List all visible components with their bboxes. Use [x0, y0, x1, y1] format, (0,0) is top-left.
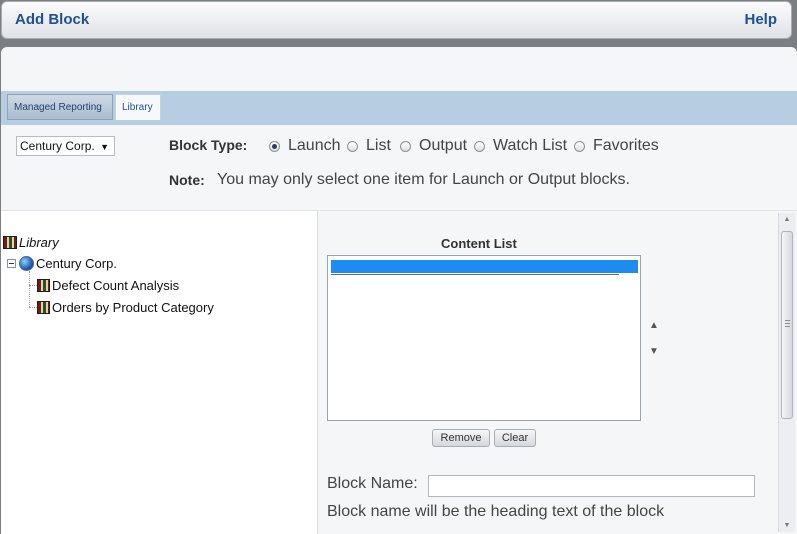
radio-launch-button[interactable] [269, 140, 280, 152]
report-book-icon [37, 301, 50, 314]
dialog-title: Add Block [15, 11, 90, 28]
radio-output-label: Output [419, 137, 468, 154]
radio-watch-list-button[interactable] [474, 140, 485, 152]
help-link[interactable]: Help [744, 11, 777, 28]
company-select[interactable]: Century Corp. ▼ [16, 136, 115, 156]
radio-list-button[interactable] [347, 140, 358, 152]
tree-node-orders-by-product-category[interactable]: Orders by Product Category [37, 300, 214, 315]
company-select-value: Century Corp. [20, 139, 95, 153]
tree-node-label: Century Corp. [36, 256, 117, 271]
pane-divider [317, 211, 318, 534]
remove-button[interactable]: Remove [432, 429, 490, 447]
note-text: You may only select one item for Launch … [217, 171, 630, 188]
radio-output[interactable]: Output [400, 137, 467, 155]
tree-root-library[interactable]: Library [3, 235, 59, 250]
list-item-underline [331, 274, 619, 275]
block-name-input[interactable] [428, 475, 755, 497]
dialog-body: Managed Reporting Library Century Corp. … [1, 47, 797, 534]
content-list-box[interactable] [327, 255, 641, 421]
radio-favorites[interactable]: Favorites [574, 137, 659, 155]
radio-watch-list-label: Watch List [493, 137, 568, 154]
radio-list[interactable]: List [347, 137, 391, 155]
clear-button[interactable]: Clear [494, 429, 536, 447]
block-type-label: Block Type: [169, 137, 248, 153]
tree-node-label: Defect Count Analysis [52, 278, 180, 293]
dropdown-arrow-icon: ▼ [100, 142, 109, 152]
library-books-icon [3, 236, 17, 249]
tab-bar: Managed Reporting Library [1, 91, 797, 125]
report-book-icon [37, 279, 50, 292]
scroll-up-arrow-icon[interactable]: ▲ [779, 213, 795, 226]
radio-watch-list[interactable]: Watch List [474, 137, 567, 155]
radio-favorites-button[interactable] [574, 140, 585, 152]
block-name-label: Block Name: [327, 475, 418, 492]
scroll-down-arrow-icon[interactable]: ▼ [779, 519, 795, 532]
tab-managed-reporting[interactable]: Managed Reporting [7, 94, 113, 120]
move-down-arrow-icon[interactable]: ▼ [649, 346, 659, 357]
radio-output-button[interactable] [400, 140, 411, 152]
tree-node-century-corp[interactable]: Century Corp. [19, 256, 117, 271]
vertical-scrollbar[interactable]: ▲ ▼ [778, 213, 795, 532]
scrollbar-thumb[interactable] [781, 231, 793, 419]
note-label: Note: [169, 172, 205, 188]
move-up-arrow-icon[interactable]: ▲ [649, 320, 659, 331]
globe-icon [19, 256, 34, 271]
radio-favorites-label: Favorites [593, 137, 659, 154]
tree-connector-line [29, 285, 37, 286]
content-list-title: Content List [441, 236, 517, 251]
collapse-toggle-icon[interactable] [7, 259, 16, 268]
tree-connector-line [29, 271, 30, 307]
radio-list-label: List [366, 137, 391, 154]
radio-launch[interactable]: Launch [269, 137, 341, 155]
tree-node-label: Orders by Product Category [52, 300, 214, 315]
scrollbar-grip-icon [785, 320, 790, 328]
radio-launch-label: Launch [288, 137, 341, 154]
content-list-selected-item[interactable] [331, 260, 638, 273]
tree-node-defect-count-analysis[interactable]: Defect Count Analysis [37, 278, 179, 293]
tree-root-label: Library [19, 235, 59, 250]
block-name-help-text: Block name will be the heading text of t… [327, 503, 665, 520]
dialog-titlebar: Add Block Help [1, 1, 792, 39]
tab-library[interactable]: Library [115, 94, 161, 120]
tree-connector-line [29, 307, 37, 308]
